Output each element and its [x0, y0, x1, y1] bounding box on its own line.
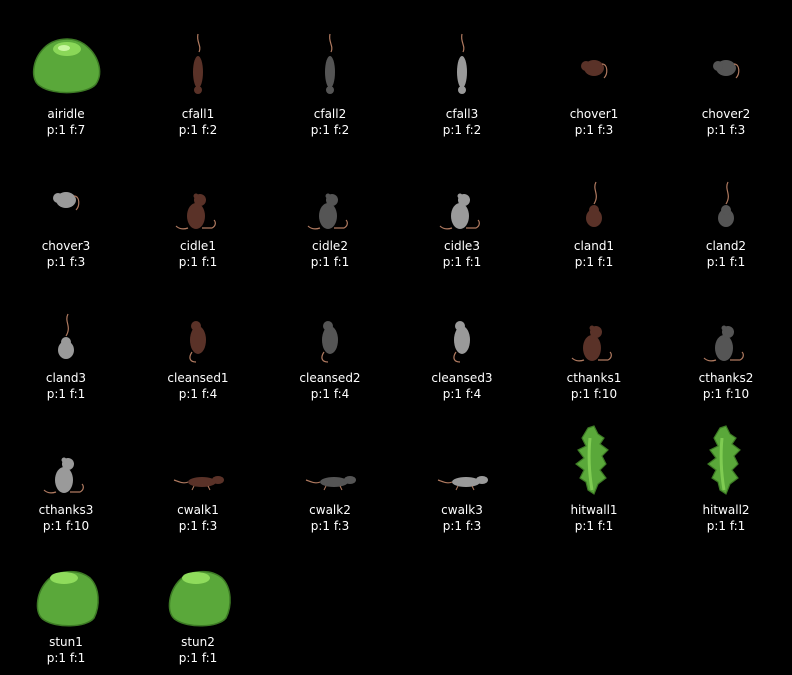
sprite-name: chover3	[41, 239, 91, 253]
sprite-name: cland2	[705, 239, 747, 253]
sprite-name: hitwall1	[570, 503, 618, 517]
sprite-image	[132, 398, 264, 498]
sprite-cell: airidle p:1 f:7	[0, 2, 132, 137]
sprite-name: stun2	[181, 635, 215, 649]
sprite-cell: cfall1 p:1 f:2	[132, 2, 264, 137]
sprite-name: cidle2	[312, 239, 348, 253]
sprite-image	[132, 2, 264, 102]
sprite-name: cfall1	[181, 107, 215, 121]
sprite-cell: cland1 p:1 f:1	[528, 134, 660, 269]
sprite-cell: cidle2 p:1 f:1	[264, 134, 396, 269]
sprite-cell: cwalk2 p:1 f:3	[264, 398, 396, 533]
sprite-name: cfall2	[313, 107, 347, 121]
sprite-name: cthanks1	[566, 371, 622, 385]
sprite-image	[264, 398, 396, 498]
sprite-name: cidle3	[444, 239, 480, 253]
sprite-image	[396, 266, 528, 366]
sprite-image	[132, 266, 264, 366]
sprite-image	[0, 398, 132, 498]
sprite-cell: cfall2 p:1 f:2	[264, 2, 396, 137]
sprite-frame-info: p:1 f:1	[574, 519, 614, 533]
sprite-cell: chover1 p:1 f:3	[528, 2, 660, 137]
sprite-image	[528, 398, 660, 498]
sprite-image	[0, 134, 132, 234]
sprite-name: cfall3	[445, 107, 479, 121]
sprite-cell: cleansed3 p:1 f:4	[396, 266, 528, 401]
sprite-name: cleansed1	[167, 371, 229, 385]
sprite-name: cwalk1	[177, 503, 219, 517]
sprite-image	[528, 266, 660, 366]
sprite-name: cleansed3	[431, 371, 493, 385]
sprite-image	[0, 266, 132, 366]
sprite-cell: stun2 p:1 f:1	[132, 530, 264, 665]
sprite-cell: cidle3 p:1 f:1	[396, 134, 528, 269]
sprite-image	[264, 266, 396, 366]
sprite-frame-info: p:1 f:3	[442, 519, 482, 533]
sprite-image	[264, 134, 396, 234]
sprite-image	[396, 398, 528, 498]
sprite-name: chover2	[701, 107, 751, 121]
sprite-cell: cland3 p:1 f:1	[0, 266, 132, 401]
sprite-name: cthanks3	[38, 503, 94, 517]
sprite-cell: cleansed2 p:1 f:4	[264, 266, 396, 401]
sprite-cell: hitwall2 p:1 f:1	[660, 398, 792, 533]
sprite-sheet-grid: airidle p:1 f:7 cfall1 p:1 f:2 cfall2 p:1 f…	[0, 0, 792, 675]
sprite-name: cidle1	[180, 239, 216, 253]
sprite-name: cleansed2	[299, 371, 361, 385]
sprite-cell: chover2 p:1 f:3	[660, 2, 792, 137]
sprite-cell: chover3 p:1 f:3	[0, 134, 132, 269]
sprite-image	[660, 2, 792, 102]
sprite-frame-info: p:1 f:1	[706, 519, 746, 533]
sprite-image	[132, 134, 264, 234]
sprite-cell: hitwall1 p:1 f:1	[528, 398, 660, 533]
sprite-image	[264, 2, 396, 102]
sprite-name: cland1	[573, 239, 615, 253]
sprite-image	[660, 266, 792, 366]
sprite-image	[0, 2, 132, 102]
sprite-name: cland3	[45, 371, 87, 385]
sprite-frame-info: p:1 f:1	[178, 651, 218, 665]
sprite-name: cwalk2	[309, 503, 351, 517]
sprite-cell: stun1 p:1 f:1	[0, 530, 132, 665]
sprite-name: stun1	[49, 635, 83, 649]
sprite-cell: cfall3 p:1 f:2	[396, 2, 528, 137]
sprite-name: hitwall2	[702, 503, 750, 517]
sprite-image	[396, 2, 528, 102]
sprite-name: cthanks2	[698, 371, 754, 385]
sprite-image	[132, 530, 264, 630]
sprite-image	[660, 398, 792, 498]
sprite-frame-info: p:1 f:1	[46, 651, 86, 665]
sprite-name: cwalk3	[441, 503, 483, 517]
sprite-cell: cthanks3 p:1 f:10	[0, 398, 132, 533]
sprite-image	[528, 2, 660, 102]
sprite-image	[660, 134, 792, 234]
sprite-cell: cleansed1 p:1 f:4	[132, 266, 264, 401]
sprite-cell: cwalk3 p:1 f:3	[396, 398, 528, 533]
sprite-cell: cwalk1 p:1 f:3	[132, 398, 264, 533]
sprite-cell: cidle1 p:1 f:1	[132, 134, 264, 269]
sprite-name: airidle	[47, 107, 85, 121]
sprite-image	[396, 134, 528, 234]
sprite-name: chover1	[569, 107, 619, 121]
sprite-image	[528, 134, 660, 234]
sprite-cell: cland2 p:1 f:1	[660, 134, 792, 269]
sprite-frame-info: p:1 f:3	[310, 519, 350, 533]
sprite-cell: cthanks1 p:1 f:10	[528, 266, 660, 401]
sprite-cell: cthanks2 p:1 f:10	[660, 266, 792, 401]
sprite-image	[0, 530, 132, 630]
